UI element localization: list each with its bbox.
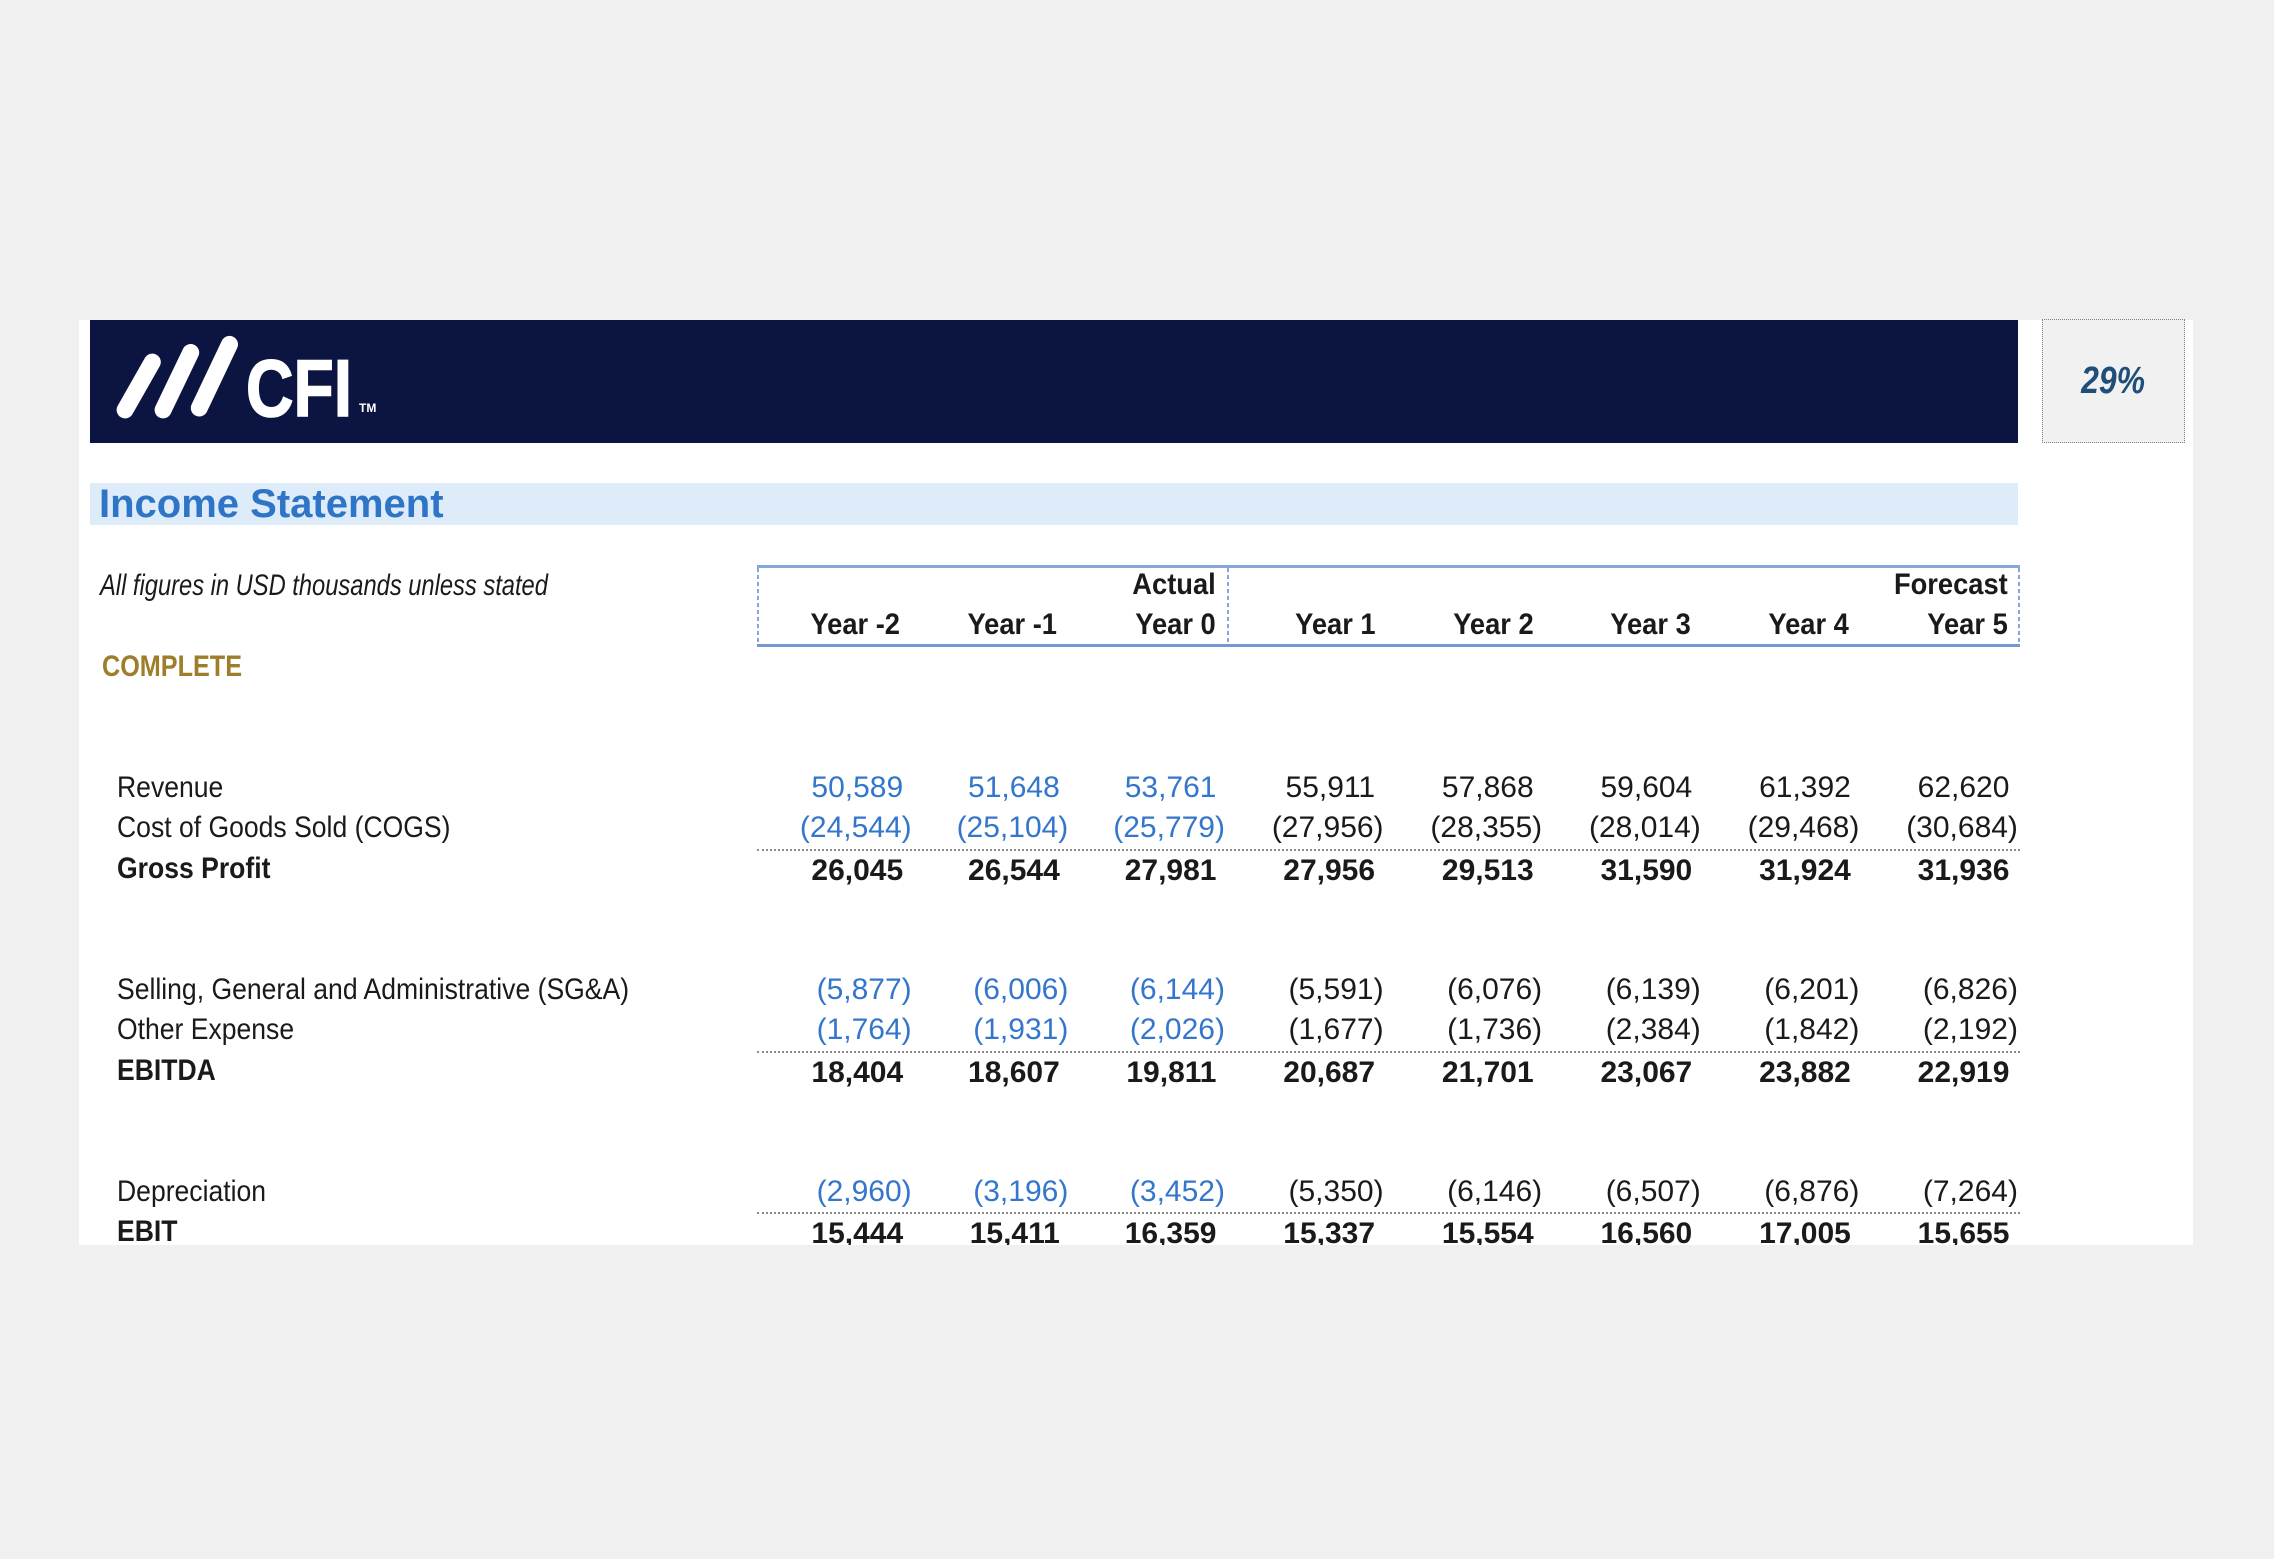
svg-text:TM: TM	[359, 401, 376, 415]
svg-text:CFI: CFI	[246, 344, 352, 425]
